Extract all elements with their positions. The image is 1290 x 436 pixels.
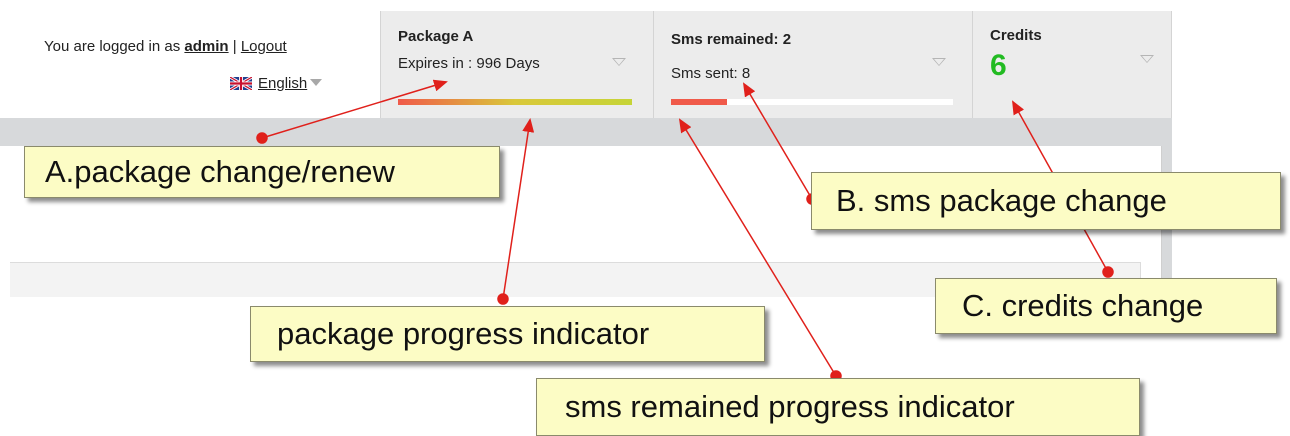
package-progress-track	[398, 99, 632, 105]
uk-flag-icon	[230, 77, 252, 90]
package-expiry: Expires in : 996 Days	[398, 55, 540, 72]
package-title: Package A	[398, 28, 474, 45]
login-prefix: You are logged in as	[44, 38, 181, 55]
credits-title: Credits	[990, 27, 1042, 44]
package-panel[interactable]: Package A Expires in : 996 Days	[380, 11, 654, 119]
sms-progress-fill	[671, 99, 728, 105]
language-selector[interactable]: English	[230, 75, 323, 92]
callout-package-change: A.package change/renew	[24, 146, 500, 198]
sms-panel[interactable]: Sms remained: 2 Sms sent: 8	[653, 11, 973, 119]
sms-dropdown-icon[interactable]	[932, 58, 946, 66]
callout-package-progress: package progress indicator	[250, 306, 765, 362]
sms-remained-title: Sms remained: 2	[671, 31, 792, 48]
header-divider-strip	[0, 118, 1172, 148]
sms-progress-track	[671, 99, 953, 105]
package-progress-fill	[398, 99, 632, 105]
separator: |	[232, 38, 237, 55]
username-link[interactable]: admin	[184, 38, 228, 55]
callout-credits-change: C. credits change	[935, 278, 1277, 334]
logout-link[interactable]: Logout	[241, 38, 287, 55]
callout-sms-package-change: B. sms package change	[811, 172, 1281, 230]
chevron-down-icon[interactable]	[310, 79, 323, 86]
credits-value: 6	[990, 49, 1007, 82]
login-status: You are logged in as admin | Logout	[44, 38, 287, 55]
callout-sms-progress: sms remained progress indicator	[536, 378, 1140, 436]
login-area	[0, 0, 380, 118]
language-label[interactable]: English	[258, 75, 307, 92]
package-dropdown-icon[interactable]	[612, 58, 626, 66]
credits-panel[interactable]: Credits 6	[972, 11, 1172, 119]
sms-sent-count: Sms sent: 8	[671, 65, 751, 82]
credits-dropdown-icon[interactable]	[1140, 55, 1154, 63]
